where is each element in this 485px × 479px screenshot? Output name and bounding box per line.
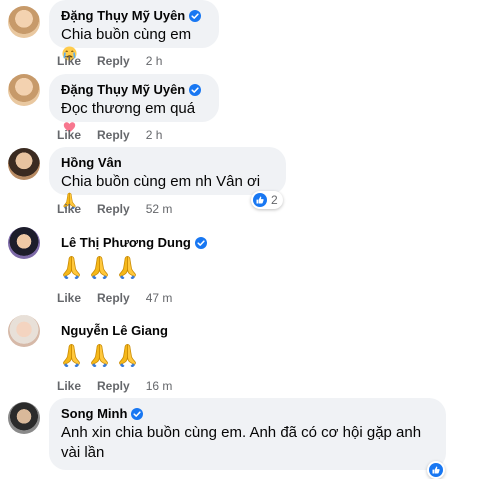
comment-author[interactable]: Hồng Vân <box>61 155 274 171</box>
comment-timestamp[interactable]: 16 m <box>146 378 173 394</box>
emoji-row <box>61 255 207 279</box>
folded-hands-icon <box>90 255 109 279</box>
reply-button[interactable]: Reply <box>97 53 130 69</box>
reply-button[interactable]: Reply <box>97 127 130 143</box>
comment-bubble: Đặng Thụy Mỹ Uyên Đọc thương em quá <box>49 74 219 133</box>
folded-hands-icon <box>118 343 137 367</box>
avatar[interactable] <box>8 74 40 106</box>
folded-hands-icon <box>62 343 81 367</box>
reaction-badge[interactable] <box>427 461 445 479</box>
like-button[interactable]: Like <box>57 201 81 217</box>
like-button[interactable]: Like <box>57 53 81 69</box>
comment-actions: Like Reply 47 m <box>57 290 172 306</box>
verified-badge-icon <box>131 408 144 420</box>
verified-badge-icon <box>189 84 202 96</box>
comment-bubble: Song Minh Anh xin chia buồn cùng em. Anh… <box>49 398 446 470</box>
verified-badge-icon <box>194 237 207 249</box>
like-button[interactable]: Like <box>57 378 81 394</box>
avatar[interactable] <box>8 148 40 180</box>
comment-actions: Like Reply 2 h <box>57 127 162 143</box>
comment-author[interactable]: Lê Thị Phương Dung <box>61 235 207 251</box>
like-reaction-icon <box>253 193 267 207</box>
like-button[interactable]: Like <box>57 290 81 306</box>
comment-bubble: Hồng Vân Chia buồn cùng em nh Vân ơi <box>49 147 286 210</box>
comment-bubble: Đặng Thụy Mỹ Uyên Chia buồn cùng em <box>49 0 219 61</box>
comment-timestamp[interactable]: 47 m <box>146 290 173 306</box>
comment-timestamp[interactable]: 52 m <box>146 201 173 217</box>
emoji-row <box>61 343 207 367</box>
comment-author[interactable]: Đặng Thụy Mỹ Uyên <box>61 82 207 98</box>
comment-author[interactable]: Đặng Thụy Mỹ Uyên <box>61 8 207 24</box>
comment-bubble: Nguyễn Lê Giang <box>49 315 219 373</box>
folded-hands-icon <box>62 255 81 279</box>
comment-actions: Like Reply 2 h <box>57 53 162 69</box>
reaction-badge[interactable]: 2 <box>251 191 283 209</box>
folded-hands-icon <box>90 343 109 367</box>
folded-hands-icon <box>118 255 137 279</box>
comment-bubble: Lê Thị Phương Dung <box>49 227 219 285</box>
comment-author[interactable]: Song Minh <box>61 406 434 422</box>
avatar[interactable] <box>8 402 40 434</box>
comment-timestamp[interactable]: 2 h <box>146 53 163 69</box>
reaction-count: 2 <box>271 193 278 207</box>
avatar[interactable] <box>8 227 40 259</box>
comment-actions: Like Reply 52 m <box>57 201 172 217</box>
avatar[interactable] <box>8 6 40 38</box>
reply-button[interactable]: Reply <box>97 201 130 217</box>
like-reaction-icon <box>429 463 443 477</box>
comment-timestamp[interactable]: 2 h <box>146 127 163 143</box>
reply-button[interactable]: Reply <box>97 378 130 394</box>
avatar[interactable] <box>8 315 40 347</box>
verified-badge-icon <box>189 10 202 22</box>
comment-author[interactable]: Nguyễn Lê Giang <box>61 323 207 339</box>
like-button[interactable]: Like <box>57 127 81 143</box>
comment-text: Anh xin chia buồn cùng em. Anh đã có cơ … <box>61 424 422 461</box>
comment-actions: Like Reply 16 m <box>57 378 172 394</box>
reply-button[interactable]: Reply <box>97 290 130 306</box>
